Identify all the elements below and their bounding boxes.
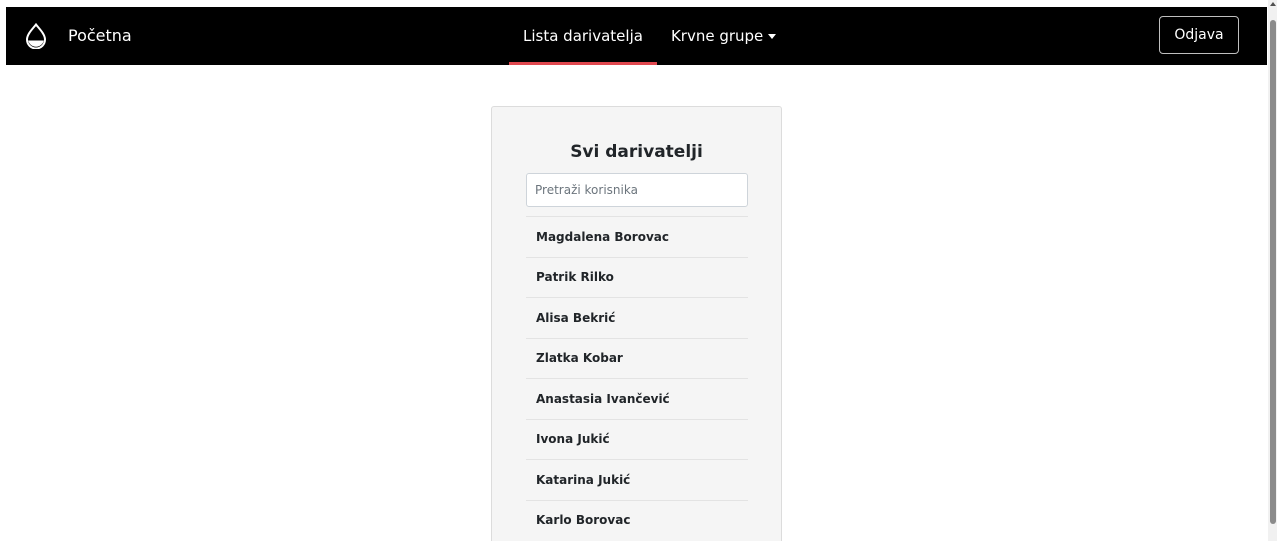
search-user-input[interactable] <box>526 173 748 207</box>
donor-list-item[interactable]: Ivona Jukić <box>526 418 748 460</box>
scrollbar-thumb[interactable] <box>1270 20 1276 524</box>
donor-list-item[interactable]: Alisa Bekrić <box>526 297 748 338</box>
top-navbar: Početna Lista darivatelja Krvne grupe Od… <box>6 7 1267 65</box>
donors-card: Svi darivatelji Magdalena Borovac Patrik… <box>491 106 782 541</box>
nav-donor-list-label: Lista darivatelja <box>523 27 643 45</box>
donor-list-item[interactable]: Patrik Rilko <box>526 256 748 298</box>
nav-donor-list[interactable]: Lista darivatelja <box>509 7 657 65</box>
donor-list: Magdalena Borovac Patrik Rilko Alisa Bek… <box>526 216 748 540</box>
logout-button[interactable]: Odjava <box>1159 16 1239 54</box>
caret-down-icon <box>768 34 777 39</box>
home-link[interactable]: Početna <box>68 26 132 45</box>
donor-list-item[interactable]: Katarina Jukić <box>526 459 748 500</box>
scroll-up-arrow-icon[interactable] <box>1270 2 1276 6</box>
donor-list-item[interactable]: Anastasia Ivančević <box>526 378 748 419</box>
card-title: Svi darivatelji <box>570 142 703 162</box>
nav-blood-groups-dropdown[interactable]: Krvne grupe <box>657 7 790 65</box>
main-nav: Lista darivatelja Krvne grupe <box>509 7 790 65</box>
donor-list-item[interactable]: Zlatka Kobar <box>526 337 748 379</box>
blood-drop-icon[interactable] <box>24 23 48 49</box>
nav-blood-groups-label: Krvne grupe <box>670 27 764 45</box>
donor-list-item[interactable]: Karlo Borovac <box>526 499 748 541</box>
donor-list-item[interactable]: Magdalena Borovac <box>526 216 748 257</box>
